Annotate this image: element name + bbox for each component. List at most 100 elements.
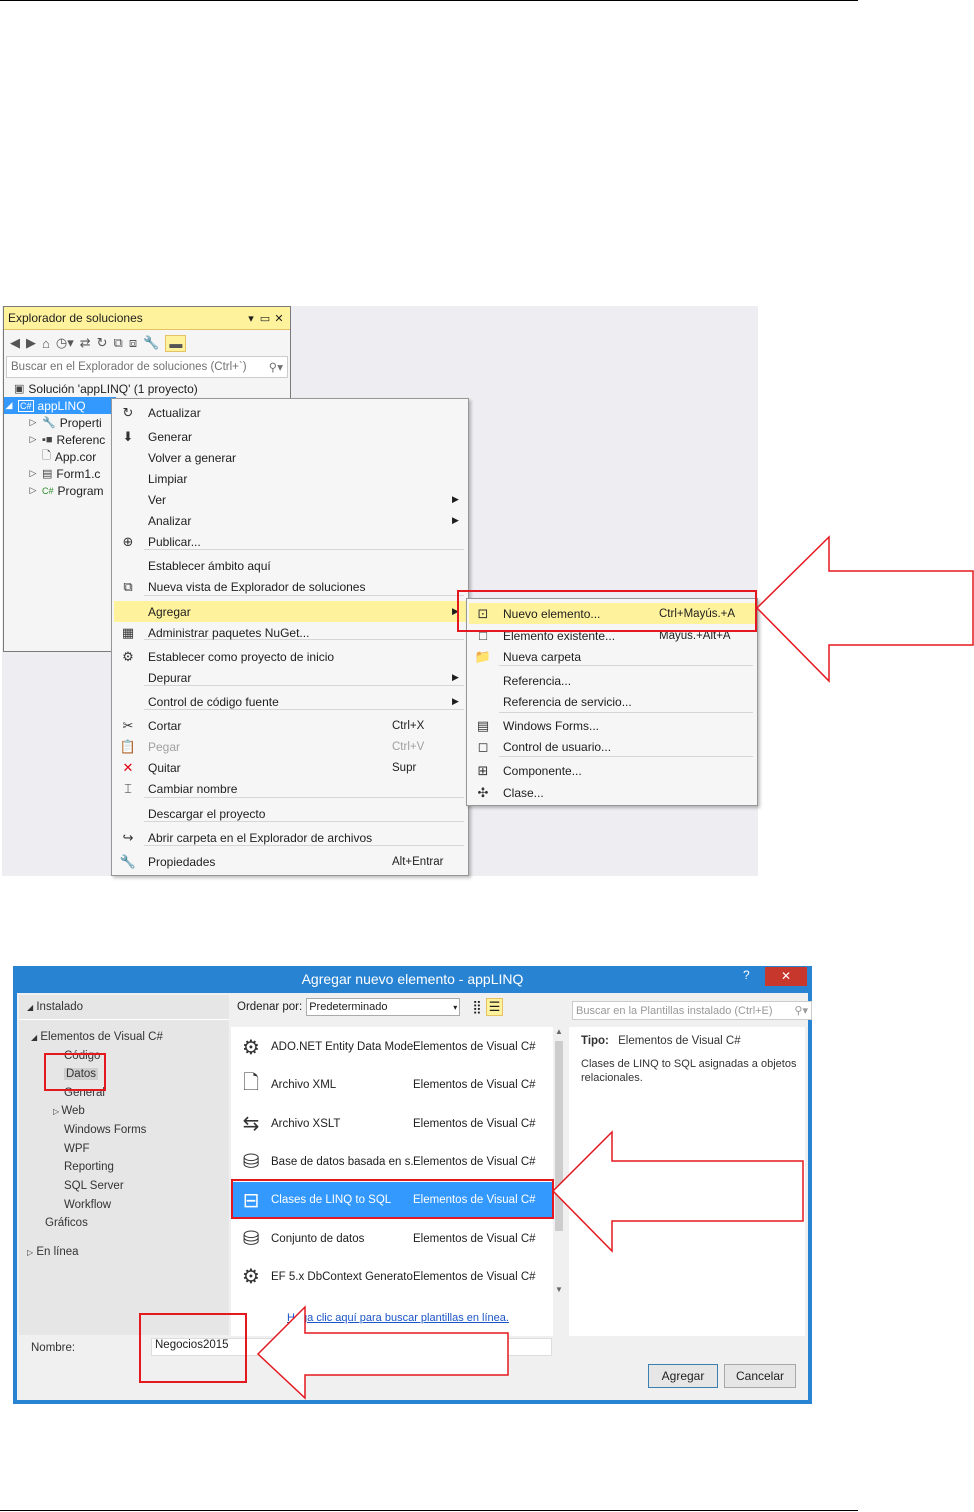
forward-icon[interactable]: ▶	[26, 335, 36, 351]
menu-item-label: Quitar	[148, 760, 181, 775]
context-menu-item[interactable]: Volver a generar	[114, 447, 466, 468]
scroll-down-icon[interactable]: ▼	[555, 1285, 563, 1294]
submenu-item[interactable]: 📁 Nueva carpeta	[469, 646, 755, 667]
search-icon: ⚲▾	[268, 362, 283, 374]
xml-file-icon: 🗋	[242, 1072, 260, 1095]
annotation-box-linq-template	[231, 1179, 554, 1219]
add-new-item-dialog: Agregar nuevo elemento - appLINQ ? ✕ ◢ I…	[13, 966, 812, 1404]
sort-select[interactable]: Predeterminado ▾	[306, 998, 461, 1016]
submenu-item[interactable]: ✣ Clase...	[469, 782, 755, 803]
tree-item[interactable]: ▷ C# Program	[28, 482, 104, 499]
submenu-item[interactable]: ⊞ Componente...	[469, 760, 755, 781]
back-icon[interactable]: ◀	[10, 335, 20, 351]
tree-item[interactable]: 🗋 App.cor	[42, 448, 96, 465]
tree-solution[interactable]: ▣ Solución 'appLINQ' (1 proyecto)	[14, 380, 198, 397]
category-graphics[interactable]: Gráficos	[45, 1217, 88, 1229]
add-button[interactable]: Agregar	[648, 1364, 718, 1388]
context-menu-item[interactable]: ⚙ Establecer como proyecto de inicio	[114, 646, 466, 667]
bottom-rule	[0, 1510, 858, 1511]
template-item[interactable]: ⚙ EF 5.x DbContext Generator Elementos de …	[231, 1259, 553, 1295]
template-name: Archivo XML	[271, 1079, 337, 1092]
template-scrollbar[interactable]: ▲ ▼	[553, 1027, 565, 1297]
submenu-item[interactable]: ▤ Windows Forms...	[469, 715, 755, 736]
user-control-icon: ◻	[477, 738, 489, 754]
submenu-item[interactable]: ◻ Control de usuario...	[469, 736, 755, 757]
menu-item-label: Actualizar	[148, 405, 201, 420]
context-menu-item[interactable]: ✂ Cortar Ctrl+X	[114, 715, 466, 736]
cancel-button[interactable]: Cancelar	[724, 1364, 796, 1388]
new-view-icon: ⧉	[123, 578, 133, 594]
maximize-icon[interactable]: ▭	[258, 312, 272, 325]
details-pane: Tipo: Elementos de Visual C# Clases de L…	[569, 1027, 805, 1337]
category-item[interactable]: Workflow	[64, 1199, 111, 1211]
context-menu-item[interactable]: 🔧 Propiedades Alt+Entrar	[114, 851, 466, 872]
wrench-icon: 🔧	[42, 417, 56, 429]
context-menu-item[interactable]: Ver ▶	[114, 489, 466, 510]
template-search-input[interactable]: Buscar en la Plantillas instalado (Ctrl+…	[572, 1001, 812, 1020]
close-icon[interactable]: ✕	[272, 312, 286, 325]
context-menu-item[interactable]: Descargar el proyecto	[114, 803, 466, 824]
context-menu-item[interactable]: ⧉ Nueva vista de Explorador de soluciones	[114, 576, 466, 597]
context-menu-item[interactable]: Depurar ▶	[114, 667, 466, 688]
category-root[interactable]: ◢ Elementos de Visual C#	[31, 1031, 163, 1043]
refresh-icon[interactable]: ↻	[97, 335, 108, 351]
menu-separator	[499, 712, 753, 713]
category-item[interactable]: WPF	[64, 1143, 90, 1155]
context-menu-item[interactable]: ▦ Administrar paquetes NuGet...	[114, 622, 466, 643]
sync-icon[interactable]: ⇄	[80, 335, 91, 351]
history-icon[interactable]: ◷▾	[56, 335, 74, 351]
tree-item[interactable]: ▷ ▤ Form1.c	[28, 465, 101, 482]
template-type: Elementos de Visual C#	[413, 1270, 536, 1283]
category-item[interactable]: Windows Forms	[64, 1124, 146, 1136]
template-item[interactable]: ⛁ Base de datos basada en s... Elementos d…	[231, 1144, 553, 1180]
context-menu-item[interactable]: Analizar ▶	[114, 510, 466, 531]
category-item[interactable]: ▷ Web	[53, 1105, 85, 1117]
properties-icon[interactable]: 🔧	[143, 335, 159, 351]
solution-explorer-search[interactable]: Buscar en el Explorador de soluciones (C…	[6, 356, 288, 378]
template-item[interactable]: 🗋 Archivo XML Elementos de Visual C#	[231, 1067, 553, 1103]
context-menu-item[interactable]: Control de código fuente ▶	[114, 691, 466, 712]
annotation-box-datos	[44, 1053, 106, 1091]
template-item[interactable]: ⇆ Archivo XSLT Elementos de Visual C#	[231, 1106, 553, 1142]
context-menu-item[interactable]: ⊕ Publicar...	[114, 531, 466, 552]
category-item[interactable]: SQL Server	[64, 1180, 124, 1192]
submenu-item[interactable]: Referencia de servicio...	[469, 691, 755, 712]
context-menu-item[interactable]: 📋 Pegar Ctrl+V	[114, 736, 466, 757]
small-icons-view-icon[interactable]: ⣿	[472, 999, 482, 1015]
context-menu-item[interactable]: Establecer ámbito aquí	[114, 555, 466, 576]
template-item[interactable]: ⛁ Conjunto de datos Elementos de Visual C#	[231, 1221, 553, 1257]
context-menu-item[interactable]: ✕ Quitar Supr	[114, 757, 466, 778]
list-view-icon[interactable]: ☰	[485, 998, 504, 1016]
tipo-label: Tipo:	[581, 1035, 609, 1047]
category-item[interactable]: Reporting	[64, 1161, 114, 1173]
home-icon[interactable]: ⌂	[42, 336, 50, 351]
context-menu-item[interactable]: ↻ Actualizar	[114, 402, 466, 423]
preview-icon[interactable]: ▬	[165, 334, 187, 352]
help-icon[interactable]: ?	[743, 968, 750, 982]
tree-item[interactable]: ▷ 🔧 Properti	[28, 414, 102, 431]
context-menu-item[interactable]: ⌶ Cambiar nombre	[114, 778, 466, 799]
close-button[interactable]: ✕	[765, 967, 807, 986]
dropdown-icon[interactable]: ▾	[244, 312, 258, 325]
form-icon: ▤	[42, 468, 53, 480]
context-menu-item[interactable]: ↪ Abrir carpeta en el Explorador de archi…	[114, 827, 466, 848]
online-templates-link[interactable]: Haga clic aquí para buscar plantillas en…	[287, 1312, 509, 1324]
template-item[interactable]: ⚙ ADO.NET Entity Data Model Elementos de V…	[231, 1029, 553, 1065]
scroll-up-icon[interactable]: ▲	[555, 1027, 563, 1036]
tree-item[interactable]: ▷ ▪■ Referenc	[28, 431, 106, 448]
menu-item-label: Control de usuario...	[503, 739, 612, 754]
show-all-files-icon[interactable]: ⧈	[129, 335, 137, 351]
context-menu-item[interactable]: Limpiar	[114, 468, 466, 489]
context-menu-item[interactable]: ⬇ Generar	[114, 426, 466, 447]
installed-node[interactable]: ◢ Instalado	[27, 1001, 83, 1013]
expanded-icon: ◢	[27, 1003, 34, 1012]
config-file-icon: 🗋	[42, 450, 51, 462]
submenu-arrow-icon: ▶	[452, 672, 459, 682]
context-menu-item[interactable]: Agregar ▶	[114, 601, 466, 622]
collapse-all-icon[interactable]: ⧉	[114, 335, 123, 351]
submenu-item[interactable]: Referencia...	[469, 670, 755, 691]
online-node[interactable]: ▷ En línea	[27, 1246, 79, 1258]
tree-project[interactable]: ◢ C# appLINQ	[4, 397, 116, 414]
scroll-thumb[interactable]	[555, 1041, 563, 1231]
entity-model-icon: ⚙	[242, 1036, 260, 1059]
